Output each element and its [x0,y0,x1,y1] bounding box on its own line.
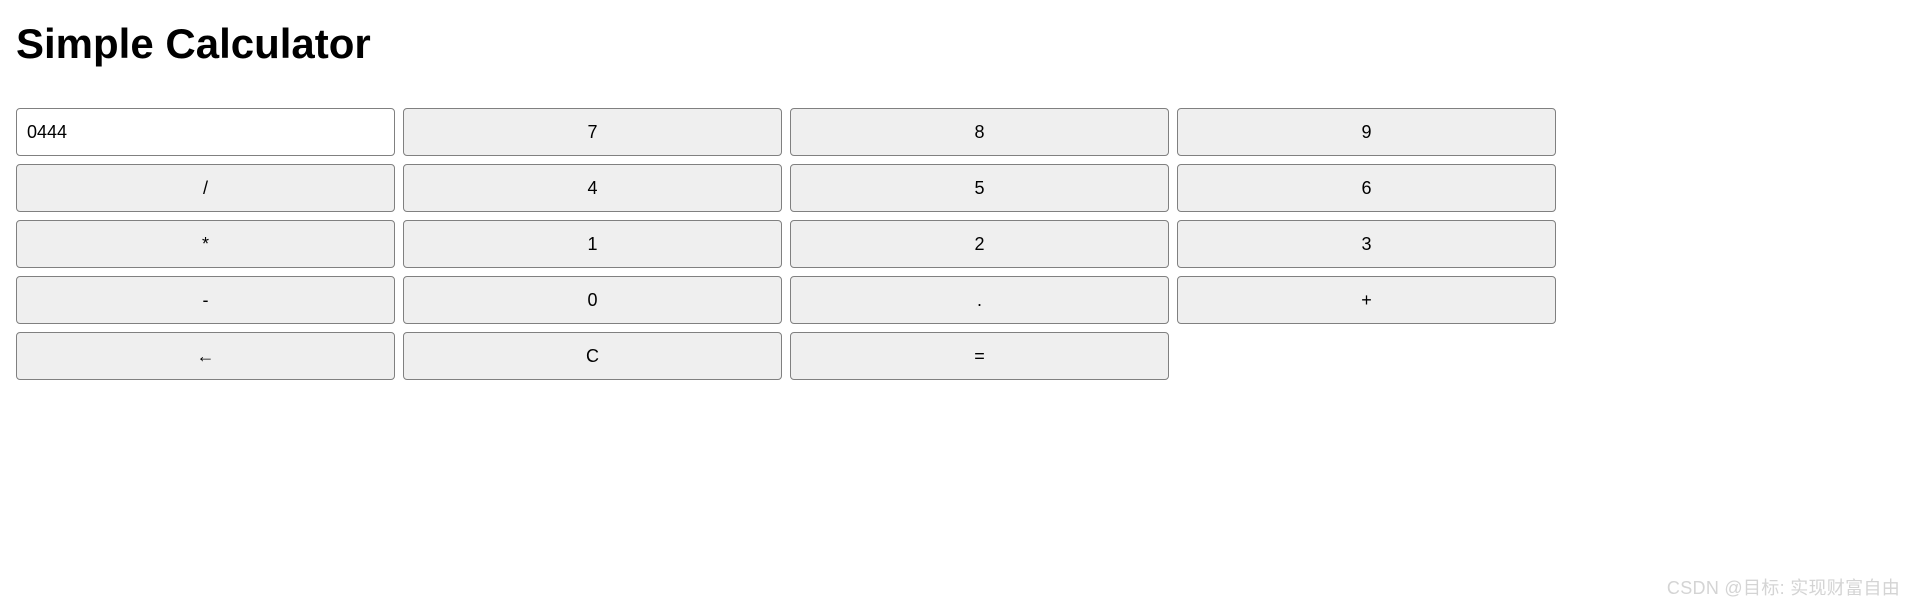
digit-4-button[interactable]: 4 [403,164,782,212]
equals-button[interactable]: = [790,332,1169,380]
digit-8-button[interactable]: 8 [790,108,1169,156]
display-input[interactable] [16,108,395,156]
dot-button[interactable]: . [790,276,1169,324]
digit-0-button[interactable]: 0 [403,276,782,324]
minus-button[interactable]: - [16,276,395,324]
watermark-text: CSDN @目标: 实现财富自由 [1667,574,1900,600]
page-title: Simple Calculator [16,20,1904,68]
divide-button[interactable]: / [16,164,395,212]
digit-9-button[interactable]: 9 [1177,108,1556,156]
digit-7-button[interactable]: 7 [403,108,782,156]
digit-6-button[interactable]: 6 [1177,164,1556,212]
plus-button[interactable]: + [1177,276,1556,324]
calculator-grid: 7 8 9 / 4 5 6 * 1 2 3 - 0 . + ← C = [16,108,1556,380]
backspace-button[interactable]: ← [16,332,395,380]
multiply-button[interactable]: * [16,220,395,268]
digit-2-button[interactable]: 2 [790,220,1169,268]
digit-1-button[interactable]: 1 [403,220,782,268]
digit-5-button[interactable]: 5 [790,164,1169,212]
clear-button[interactable]: C [403,332,782,380]
digit-3-button[interactable]: 3 [1177,220,1556,268]
